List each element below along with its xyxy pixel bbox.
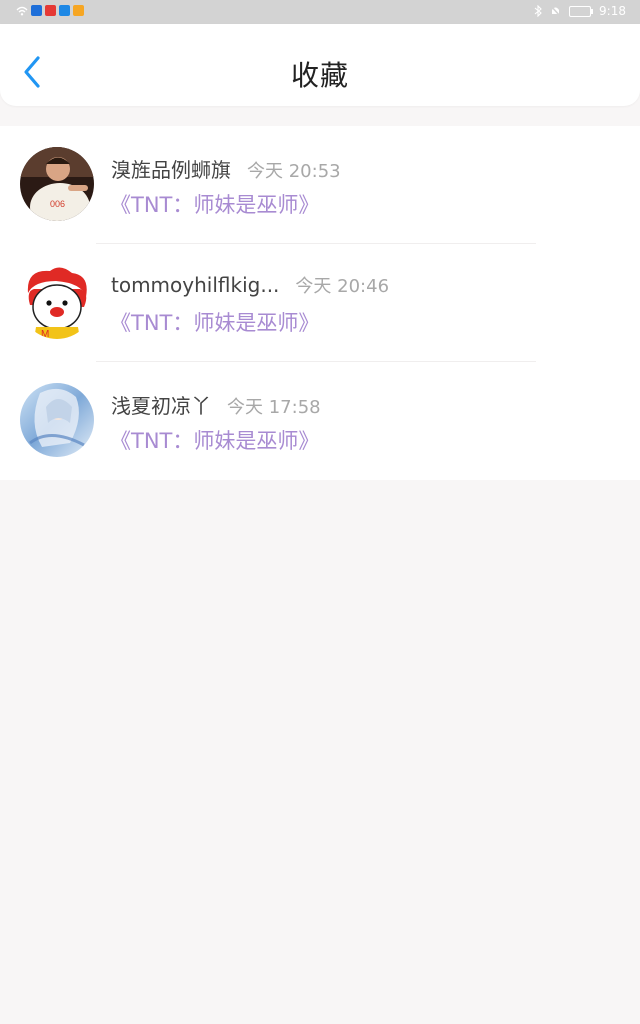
user-name[interactable]: 浅夏初凉丫 (111, 390, 211, 419)
wifi-icon (16, 6, 28, 15)
timestamp: 今天 17:58 (227, 397, 321, 418)
notification-app-icon (31, 5, 42, 16)
work-title[interactable]: 《TNT：师妹是巫师》 (110, 189, 319, 219)
battery-icon (569, 5, 594, 17)
svg-text:006: 006 (50, 199, 65, 209)
notification-app-icon (45, 5, 56, 16)
name-line: 浅夏初凉丫 今天 17:58 (111, 390, 321, 419)
notification-app-icon (73, 5, 84, 16)
work-title[interactable]: 《TNT：师妹是巫师》 (110, 425, 319, 455)
favorite-item[interactable]: 006 溴旌品例蛳旗 今天 20:53 《TNT：师妹是巫师》 (0, 126, 640, 244)
user-name[interactable]: tommoyhilflkig... (111, 273, 279, 297)
mute-bell-icon (550, 5, 561, 17)
timestamp: 今天 20:53 (247, 161, 341, 182)
name-line: tommoyhilflkig... 今天 20:46 (111, 272, 389, 298)
favorite-item[interactable]: 浅夏初凉丫 今天 17:58 《TNT：师妹是巫师》 (0, 362, 640, 480)
timestamp: 今天 20:46 (295, 276, 390, 297)
svg-text:M: M (41, 329, 49, 339)
avatar[interactable]: M (20, 265, 94, 339)
notification-app-icon (59, 5, 70, 16)
status-time: 9:18 (599, 4, 626, 18)
user-name[interactable]: 溴旌品例蛳旗 (111, 154, 231, 183)
avatar[interactable] (20, 383, 94, 457)
avatar[interactable]: 006 (20, 147, 94, 221)
status-left (16, 5, 84, 16)
status-bar: 9:18 (0, 0, 640, 24)
header-bar: 收藏 (0, 24, 640, 106)
favorite-item[interactable]: M tommoyhilflkig... 今天 20:46 《TNT：师妹是巫师》 (0, 244, 640, 362)
name-line: 溴旌品例蛳旗 今天 20:53 (111, 154, 341, 183)
bluetooth-icon (534, 5, 542, 17)
status-right: 9:18 (534, 4, 626, 18)
favorites-list: 006 溴旌品例蛳旗 今天 20:53 《TNT：师妹是巫师》 M tommoy… (0, 126, 640, 480)
work-title[interactable]: 《TNT：师妹是巫师》 (110, 307, 319, 337)
page-title: 收藏 (290, 59, 349, 92)
